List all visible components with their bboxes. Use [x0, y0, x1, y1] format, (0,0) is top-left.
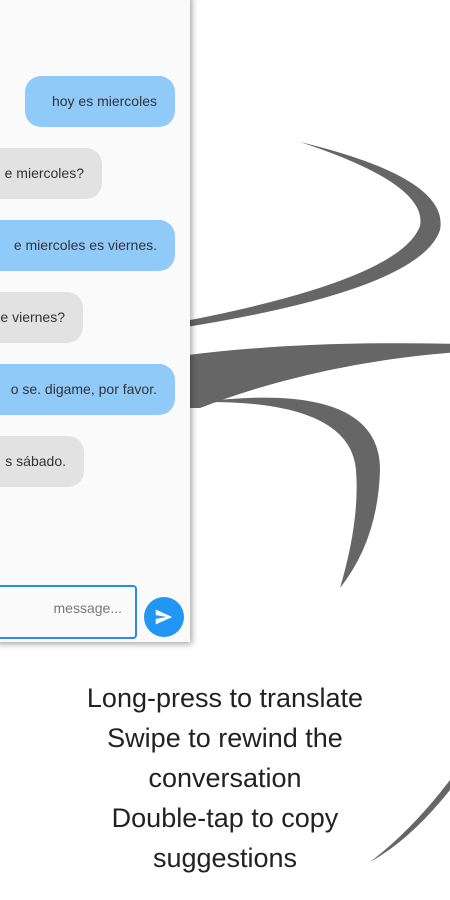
message-bubble-received[interactable]: e viernes? — [0, 292, 83, 343]
message-bubble-received[interactable]: e miercoles? — [0, 148, 102, 199]
message-input-placeholder: message... — [53, 600, 122, 616]
send-icon — [155, 609, 173, 625]
caption-line: Double-tap to copy — [111, 803, 339, 833]
caption-line: Swipe to rewind the — [107, 723, 343, 753]
send-button[interactable] — [144, 597, 184, 637]
chat-panel: hoy es miercoles e miercoles? e miercole… — [0, 0, 190, 642]
message-bubble-sent[interactable]: e miercoles es viernes. — [0, 220, 175, 271]
caption-line: suggestions — [152, 843, 298, 873]
caption-line: conversation — [148, 763, 302, 793]
swoosh-upper-arc — [180, 142, 441, 328]
message-bubble-sent[interactable]: o se. digame, por favor. — [0, 364, 175, 415]
message-bubble-sent[interactable]: hoy es miercoles — [25, 76, 175, 127]
swoosh-horizontal-blade — [180, 343, 450, 408]
message-bubble-received[interactable]: s sábado. — [0, 436, 84, 487]
swoosh-lower-hook — [200, 397, 380, 588]
feature-caption: Long-press to translate Swipe to rewind … — [0, 678, 450, 878]
caption-line: Long-press to translate — [86, 683, 364, 713]
screenshot-stage: hoy es miercoles e miercoles? e miercole… — [0, 0, 450, 900]
